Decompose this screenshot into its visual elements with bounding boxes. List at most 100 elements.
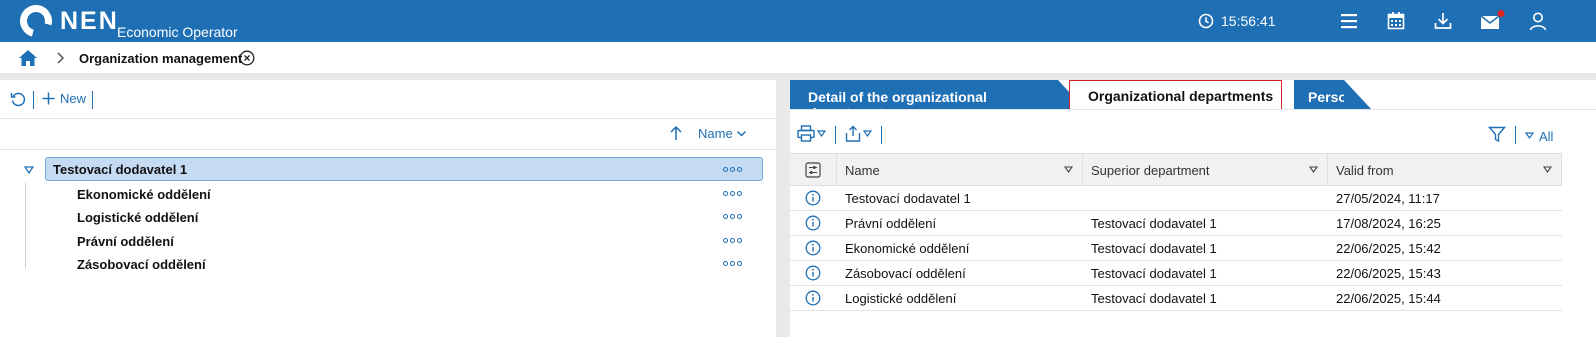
tree-node-child[interactable]: Právní oddělení	[77, 234, 174, 249]
cell-superior: Testovací dodavatel 1	[1091, 216, 1217, 231]
breadcrumb-current: Organization management	[79, 51, 243, 66]
filter-icon[interactable]	[1488, 126, 1506, 143]
table-header: Name Superior department Valid from	[790, 153, 1562, 186]
column-filter-icon[interactable]	[1064, 166, 1073, 173]
session-clock: 15:56:41	[1221, 13, 1276, 29]
more-actions-icon[interactable]	[723, 214, 742, 219]
cell-name: Testovací dodavatel 1	[845, 191, 971, 206]
user-icon[interactable]	[1528, 10, 1548, 32]
more-actions-icon[interactable]	[723, 167, 742, 172]
new-button[interactable]: New	[42, 91, 86, 106]
nen-logo-icon	[14, 0, 58, 43]
caret-down-icon	[863, 130, 872, 137]
info-icon[interactable]	[805, 290, 821, 306]
share-icon	[845, 125, 861, 142]
breadcrumb: Organization management	[0, 42, 1596, 74]
export-button[interactable]	[845, 125, 872, 142]
toolbar-divider	[33, 91, 34, 109]
divider	[0, 118, 776, 119]
more-actions-icon[interactable]	[723, 238, 742, 243]
info-icon[interactable]	[805, 240, 821, 256]
toolbar-divider	[1515, 126, 1516, 144]
column-title: Name	[845, 163, 880, 178]
tree-guide-line	[25, 183, 26, 268]
cell-name: Právní oddělení	[845, 216, 937, 231]
sort-field-label: Name	[698, 126, 733, 141]
toolbar-divider	[835, 126, 836, 144]
column-header-superior[interactable]: Superior department	[1083, 154, 1328, 185]
tree-node-child[interactable]: Logistické oddělení	[77, 210, 198, 225]
calendar-icon[interactable]	[1386, 10, 1406, 32]
top-bar: NEN Economic Operator 15:56:41	[0, 0, 1596, 43]
brand-name: NEN	[60, 7, 119, 35]
right-panel: Detail of the organizational department …	[790, 80, 1596, 337]
cell-superior: Testovací dodavatel 1	[1091, 241, 1217, 256]
divider	[0, 149, 776, 150]
tree-node-root[interactable]: Testovací dodavatel 1	[45, 157, 763, 181]
column-title: Superior department	[1091, 163, 1210, 178]
info-icon[interactable]	[805, 190, 821, 206]
column-settings-cell[interactable]	[790, 154, 837, 185]
cell-valid-from: 17/08/2024, 16:25	[1336, 216, 1441, 231]
tree-node-child[interactable]: Zásobovací oddělení	[77, 257, 206, 272]
menu-icon[interactable]	[1339, 10, 1359, 32]
table-row[interactable]: Právní oddělení Testovací dodavatel 1 17…	[790, 211, 1562, 236]
column-filter-icon[interactable]	[1543, 166, 1552, 173]
toolbar-divider	[92, 91, 93, 109]
table-row[interactable]: Testovací dodavatel 1 27/05/2024, 11:17	[790, 186, 1562, 211]
mail-icon[interactable]	[1480, 10, 1506, 32]
cell-superior: Testovací dodavatel 1	[1091, 291, 1217, 306]
cell-valid-from: 22/06/2025, 15:42	[1336, 241, 1441, 256]
filter-all-label[interactable]: All	[1539, 129, 1553, 144]
column-header-name[interactable]: Name	[837, 154, 1083, 185]
tab-edge	[1344, 80, 1372, 110]
cell-name: Logistické oddělení	[845, 291, 957, 306]
info-icon[interactable]	[805, 265, 821, 281]
collapse-triangle-icon[interactable]	[24, 166, 34, 174]
new-button-label: New	[60, 91, 87, 106]
tab-strip: Detail of the organizational department …	[790, 80, 1596, 121]
close-tab-icon[interactable]	[239, 50, 255, 66]
download-icon[interactable]	[1433, 10, 1453, 32]
divider	[790, 109, 1596, 110]
left-panel: New Name Testovací dodavatel 1 Ekonomick…	[0, 80, 776, 337]
plus-icon	[42, 92, 55, 105]
cell-valid-from: 22/06/2025, 15:44	[1336, 291, 1441, 306]
caret-down-icon[interactable]	[1525, 132, 1534, 139]
cell-valid-from: 27/05/2024, 11:17	[1336, 191, 1440, 206]
toolbar-divider	[881, 126, 882, 144]
table-row[interactable]: Ekonomické oddělení Testovací dodavatel …	[790, 236, 1562, 261]
tab-organizational-departments[interactable]: Organizational departments	[1069, 80, 1282, 110]
cell-name: Ekonomické oddělení	[845, 241, 970, 256]
column-settings-icon	[805, 162, 821, 178]
more-actions-icon[interactable]	[723, 261, 742, 266]
table-row[interactable]: Zásobovací oddělení Testovací dodavatel …	[790, 261, 1562, 286]
tab-detail[interactable]: Detail of the organizational department	[790, 80, 1058, 121]
cell-valid-from: 22/06/2025, 15:43	[1336, 266, 1441, 281]
cell-superior: Testovací dodavatel 1	[1091, 266, 1217, 281]
tree-node-label: Testovací dodavatel 1	[53, 162, 188, 177]
column-header-valid-from[interactable]: Valid from	[1328, 154, 1562, 185]
home-icon[interactable]	[18, 49, 38, 67]
sort-ascending-icon[interactable]	[669, 125, 683, 141]
chevron-down-icon	[736, 130, 746, 137]
table-row[interactable]: Logistické oddělení Testovací dodavatel …	[790, 286, 1562, 311]
refresh-icon[interactable]	[10, 91, 27, 108]
tab-label: Organizational departments	[1088, 88, 1274, 104]
tab-label: Detail of the organizational department	[808, 89, 987, 121]
brand-subtitle: Economic Operator	[117, 24, 238, 40]
panel-splitter[interactable]	[776, 74, 790, 337]
printer-icon	[797, 125, 815, 142]
info-icon[interactable]	[805, 215, 821, 231]
tab-persons[interactable]: Persons	[1294, 80, 1363, 110]
chevron-right-icon	[57, 52, 65, 64]
column-title: Valid from	[1336, 163, 1394, 178]
clock-icon	[1198, 13, 1214, 29]
column-filter-icon[interactable]	[1309, 166, 1318, 173]
cell-name: Zásobovací oddělení	[845, 266, 966, 281]
tree-node-child[interactable]: Ekonomické oddělení	[77, 187, 211, 202]
sort-field-dropdown[interactable]: Name	[698, 126, 747, 141]
more-actions-icon[interactable]	[723, 191, 742, 196]
caret-down-icon	[817, 130, 826, 137]
print-button[interactable]	[797, 125, 826, 142]
